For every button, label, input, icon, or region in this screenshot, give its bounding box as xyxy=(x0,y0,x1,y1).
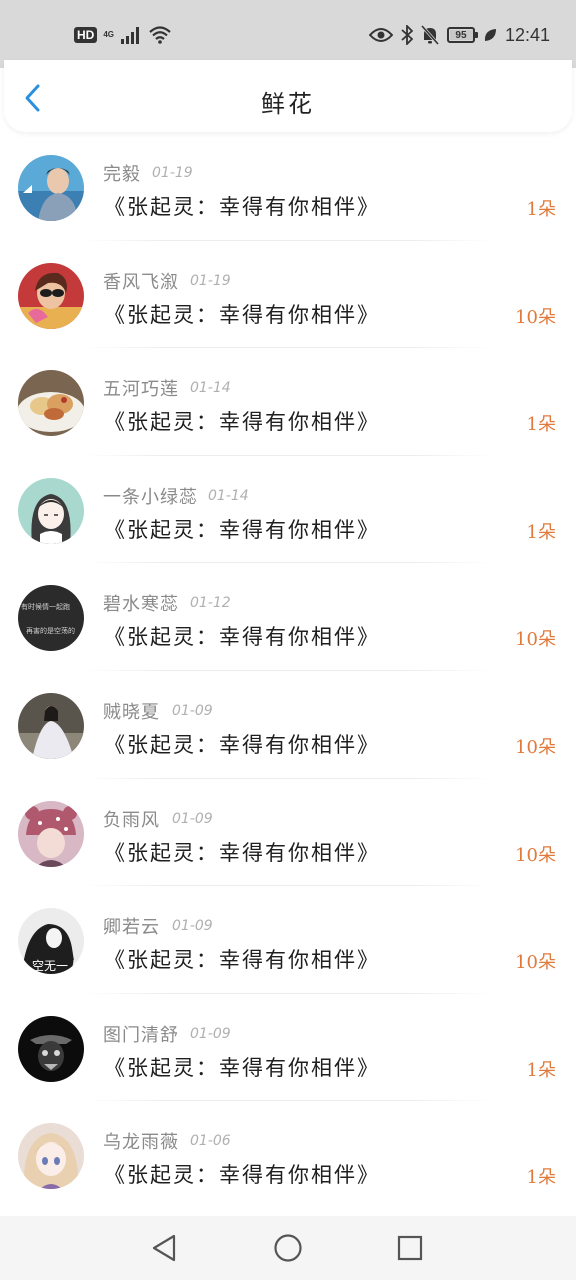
user-name: 碧水寒蕊 xyxy=(103,594,179,616)
user-name: 图门清舒 xyxy=(103,1024,179,1046)
hd-badge: HD xyxy=(74,27,98,43)
list-item[interactable]: 完毅 01-19 《张起灵：幸得有你相伴》 1朵 xyxy=(0,133,576,241)
flower-amount: 1朵 xyxy=(526,521,556,543)
item-date: 01-19 xyxy=(152,165,193,181)
flower-amount: 10朵 xyxy=(515,629,556,651)
list-item[interactable]: 图门清舒 01-09 《张起灵：幸得有你相伴》 1朵 xyxy=(0,994,576,1102)
book-title[interactable]: 《张起灵：幸得有你相伴》 xyxy=(104,191,380,221)
book-title[interactable]: 《张起灵：幸得有你相伴》 xyxy=(104,837,380,867)
book-title[interactable]: 《张起灵：幸得有你相伴》 xyxy=(104,299,380,329)
avatar[interactable]: 有时候情一起跑 再害的是空荡的 xyxy=(18,585,84,652)
clock: 12:41 xyxy=(504,24,550,45)
page-title: 鲜花 xyxy=(261,90,315,118)
signal-icon xyxy=(121,27,140,44)
avatar-caption-2: 再害的是空荡的 xyxy=(26,626,75,635)
network-label: 4G xyxy=(103,30,115,39)
item-date: 01-12 xyxy=(190,595,231,612)
avatar[interactable] xyxy=(18,155,84,221)
item-date: 01-06 xyxy=(190,1133,231,1150)
user-name: 香风飞溆 xyxy=(103,271,179,293)
leaf-icon xyxy=(484,29,496,41)
list-item[interactable]: 香风飞溆 01-19 《张起灵：幸得有你相伴》 10朵 xyxy=(0,241,576,349)
avatar[interactable] xyxy=(18,692,84,759)
book-title[interactable]: 《张起灵：幸得有你相伴》 xyxy=(104,514,380,544)
battery-level: 95 xyxy=(455,29,467,41)
list-item[interactable]: 空无一人 卿若云 01-09 《张起灵：幸得有你相伴》 10朵 xyxy=(0,886,576,994)
page-header: 鲜花 xyxy=(4,60,572,132)
book-title[interactable]: 《张起灵：幸得有你相伴》 xyxy=(104,621,380,651)
avatar[interactable] xyxy=(18,477,84,544)
triangle-back-icon xyxy=(152,1234,176,1262)
book-title[interactable]: 《张起灵：幸得有你相伴》 xyxy=(104,1052,380,1082)
avatar[interactable] xyxy=(18,262,84,329)
flower-amount: 1朵 xyxy=(526,414,556,436)
book-title[interactable]: 《张起灵：幸得有你相伴》 xyxy=(104,944,380,974)
flower-amount: 10朵 xyxy=(515,952,556,974)
list-item[interactable]: 五河巧莲 01-14 《张起灵：幸得有你相伴》 1朵 xyxy=(0,348,576,456)
list-item[interactable]: 乌龙雨薇 01-06 《张起灵：幸得有你相伴》 1朵 xyxy=(0,1101,576,1209)
avatar[interactable] xyxy=(18,1123,84,1190)
status-left: HD 4G xyxy=(74,24,172,46)
user-name: 一条小绿蕊 xyxy=(103,486,198,508)
user-name: 贼晓夏 xyxy=(103,701,160,723)
flower-amount: 10朵 xyxy=(515,844,556,866)
nav-recents-button[interactable] xyxy=(394,1232,426,1264)
status-bar: HD 4G 95 12:41 xyxy=(0,0,576,68)
avatar[interactable] xyxy=(18,1015,84,1082)
list-item[interactable]: 有时候情一起跑 再害的是空荡的 碧水寒蕊 01-12 《张起灵：幸得有你相伴》 … xyxy=(0,563,576,671)
user-name: 乌龙雨薇 xyxy=(103,1132,179,1154)
avatar-caption: 空无一人 xyxy=(32,959,80,973)
list-item[interactable]: 一条小绿蕊 01-14 《张起灵：幸得有你相伴》 1朵 xyxy=(0,456,576,564)
circle-home-icon xyxy=(274,1234,302,1262)
flower-record-list: 完毅 01-19 《张起灵：幸得有你相伴》 1朵 香风飞溆 01-19 《张起灵… xyxy=(0,133,576,1209)
item-date: 01-09 xyxy=(190,1025,231,1042)
system-nav-bar xyxy=(0,1216,576,1280)
item-date: 01-09 xyxy=(172,702,213,719)
flower-amount: 1朵 xyxy=(526,1167,556,1189)
item-date: 01-19 xyxy=(190,272,231,289)
list-item[interactable]: 负雨风 01-09 《张起灵：幸得有你相伴》 10朵 xyxy=(0,779,576,887)
item-date: 01-09 xyxy=(172,810,213,827)
flower-amount: 10朵 xyxy=(515,736,556,758)
item-date: 01-09 xyxy=(172,918,213,935)
user-name: 五河巧莲 xyxy=(103,379,179,401)
nav-back-button[interactable] xyxy=(148,1232,180,1264)
wifi-icon xyxy=(149,26,171,44)
status-right: 95 12:41 xyxy=(368,22,550,48)
bluetooth-icon xyxy=(401,25,413,45)
nav-home-button[interactable] xyxy=(272,1232,304,1264)
flower-amount: 10朵 xyxy=(515,306,556,328)
item-date: 01-14 xyxy=(208,487,249,504)
book-title[interactable]: 《张起灵：幸得有你相伴》 xyxy=(104,406,380,436)
flower-amount: 1朵 xyxy=(526,1059,556,1081)
avatar[interactable]: 空无一人 xyxy=(18,908,84,975)
item-date: 01-14 xyxy=(190,380,231,397)
eye-icon xyxy=(368,28,393,42)
avatar-caption-1: 有时候情一起跑 xyxy=(21,602,70,611)
flower-amount: 1朵 xyxy=(526,199,556,220)
list-item[interactable]: 贼晓夏 01-09 《张起灵：幸得有你相伴》 10朵 xyxy=(0,671,576,779)
square-recents-icon xyxy=(397,1235,423,1261)
user-name: 卿若云 xyxy=(103,917,160,939)
avatar[interactable] xyxy=(18,800,84,867)
book-title[interactable]: 《张起灵：幸得有你相伴》 xyxy=(104,729,380,759)
book-title[interactable]: 《张起灵：幸得有你相伴》 xyxy=(104,1159,380,1189)
battery-icon: 95 xyxy=(446,27,478,43)
user-name: 负雨风 xyxy=(103,809,160,831)
bell-muted-icon xyxy=(420,25,439,45)
user-name: 完毅 xyxy=(103,164,141,185)
avatar[interactable] xyxy=(18,370,84,437)
network-type: 4G xyxy=(103,31,114,39)
